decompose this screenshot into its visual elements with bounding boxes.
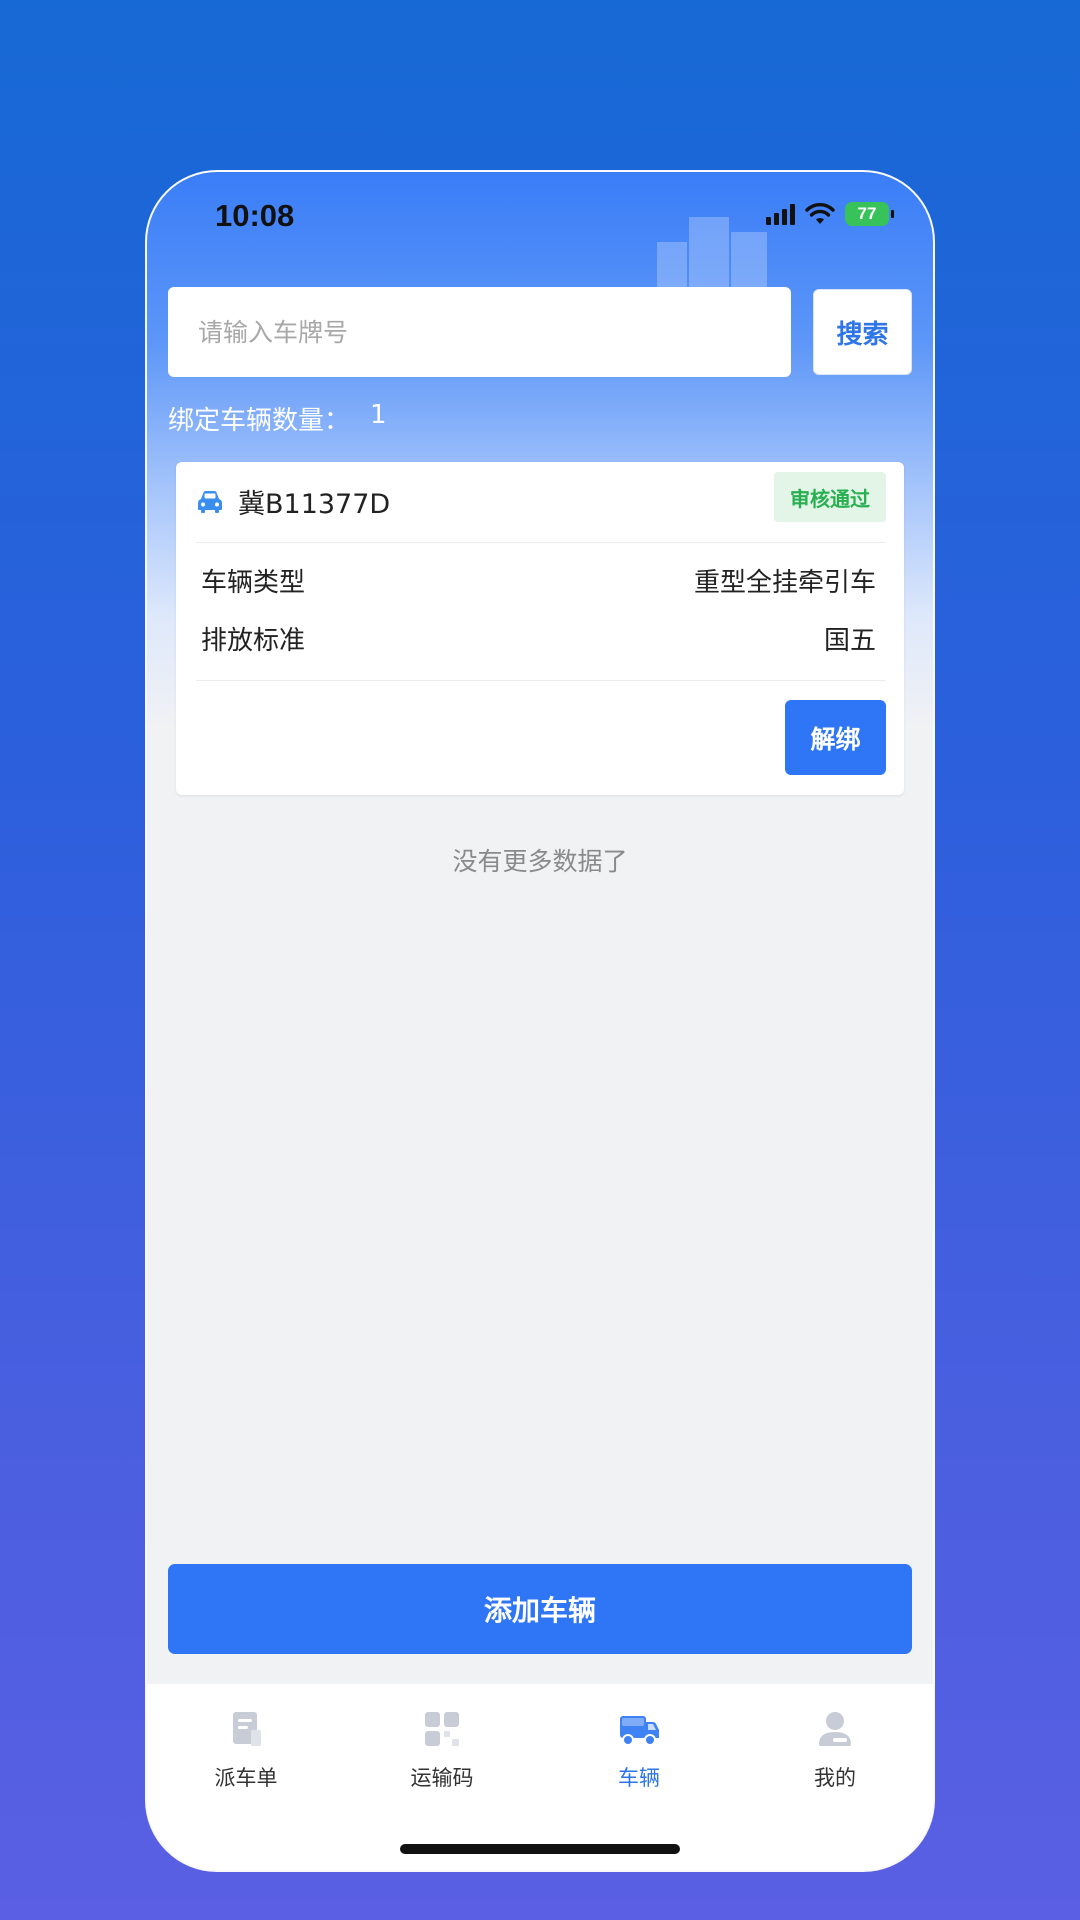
vehicle-card-header: 冀B11377D 审核通过 bbox=[176, 462, 904, 542]
card-divider bbox=[196, 542, 886, 543]
dispatch-document-icon bbox=[233, 1712, 261, 1746]
tab-transport-code-label: 运输码 bbox=[410, 1766, 474, 1790]
add-vehicle-button[interactable]: 添加车辆 bbox=[168, 1564, 912, 1654]
bound-count-label: 绑定车辆数量： bbox=[168, 406, 351, 436]
user-icon bbox=[819, 1712, 851, 1746]
bound-vehicle-count: 绑定车辆数量： 1 bbox=[168, 400, 387, 437]
qr-code-icon bbox=[425, 1712, 459, 1746]
wifi-icon bbox=[805, 203, 835, 224]
car-icon bbox=[198, 491, 222, 513]
battery-level: 77 bbox=[857, 204, 877, 223]
emission-standard-value: 国五 bbox=[823, 625, 876, 656]
battery-icon: 77 bbox=[845, 202, 894, 226]
list-end-text: 没有更多数据了 bbox=[452, 847, 628, 876]
tab-mine[interactable]: 我的 bbox=[755, 1708, 915, 1792]
tab-transport-code[interactable]: 运输码 bbox=[362, 1708, 522, 1792]
unbind-button[interactable]: 解绑 bbox=[785, 700, 886, 775]
emission-standard-row: 排放标准 国五 bbox=[201, 618, 876, 658]
tab-vehicles[interactable]: 车辆 bbox=[559, 1708, 719, 1792]
search-input[interactable] bbox=[168, 287, 791, 377]
phone-frame: 10:08 77 搜索 绑定车辆数量： 1 bbox=[145, 170, 935, 1872]
search-button[interactable]: 搜索 bbox=[813, 289, 912, 375]
bottom-tab-bar: 派车单 运输码 车辆 我的 bbox=[147, 1684, 933, 1870]
home-indicator[interactable] bbox=[400, 1844, 680, 1854]
vehicle-card[interactable]: 冀B11377D 审核通过 车辆类型 重型全挂牵引车 排放标准 国五 解绑 bbox=[176, 462, 904, 795]
tab-mine-label: 我的 bbox=[814, 1766, 856, 1790]
status-badge: 审核通过 bbox=[774, 472, 886, 522]
emission-standard-label: 排放标准 bbox=[201, 625, 306, 656]
status-icons: 77 bbox=[766, 202, 894, 226]
tab-dispatch[interactable]: 派车单 bbox=[166, 1708, 326, 1792]
bound-count-value: 1 bbox=[370, 400, 387, 430]
status-bar: 10:08 77 bbox=[147, 172, 933, 262]
vehicle-type-value: 重型全挂牵引车 bbox=[693, 567, 876, 598]
signal-icon bbox=[766, 203, 795, 225]
vehicle-type-row: 车辆类型 重型全挂牵引车 bbox=[201, 560, 876, 600]
vehicle-type-label: 车辆类型 bbox=[201, 567, 306, 598]
status-time: 10:08 bbox=[215, 198, 295, 233]
card-divider bbox=[196, 680, 886, 681]
vehicle-plate: 冀B11377D bbox=[238, 489, 391, 520]
tab-dispatch-label: 派车单 bbox=[214, 1766, 278, 1790]
truck-icon bbox=[620, 1716, 659, 1746]
tab-vehicles-label: 车辆 bbox=[618, 1766, 660, 1790]
